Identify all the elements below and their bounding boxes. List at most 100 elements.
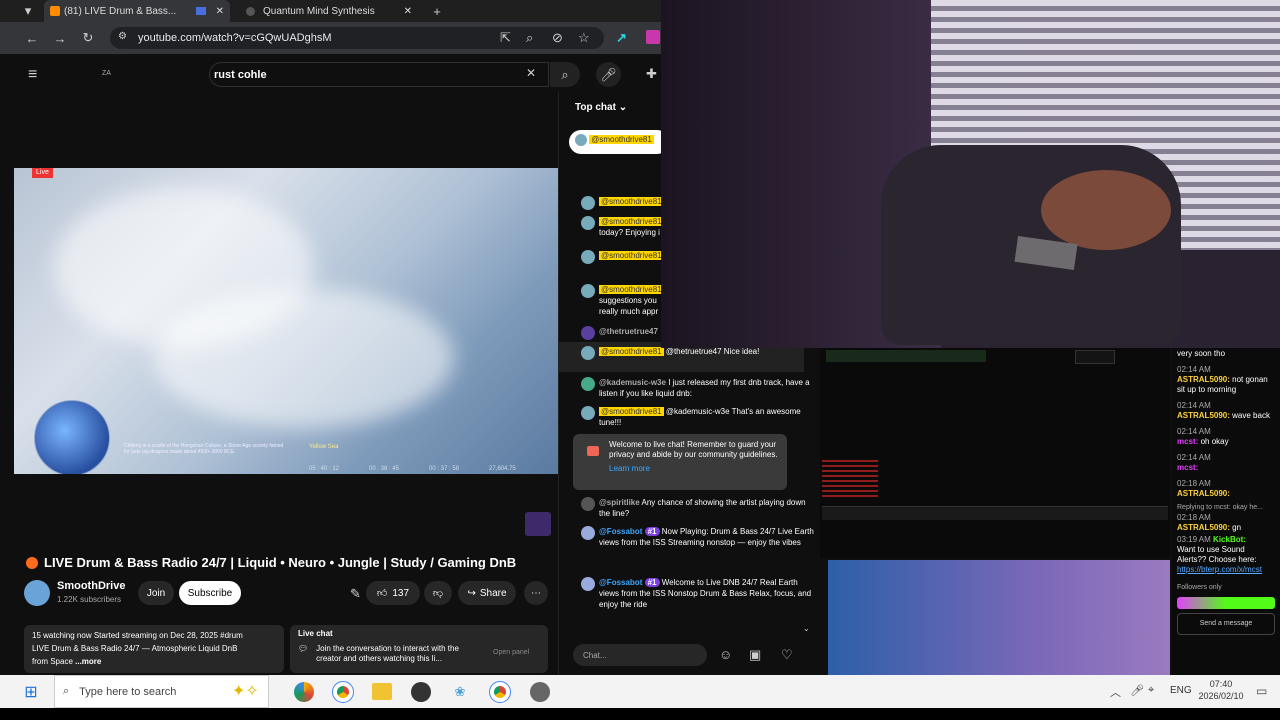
top-chat-dropdown[interactable]: Top chat ⌄ (575, 102, 627, 113)
video-title: LIVE Drum & Bass Radio 24/7 | Liquid • N… (44, 555, 517, 570)
menu-icon[interactable]: ≡ (28, 66, 37, 84)
pinned-message[interactable]: @smoothdrive81 (569, 130, 669, 154)
share-button[interactable]: ↪ Share (458, 581, 516, 605)
app-icon[interactable]: ❀ (450, 682, 470, 702)
back-icon[interactable]: ← (24, 30, 40, 46)
dislike-icon: 👎︎ (432, 588, 444, 599)
subscribe-button[interactable]: Subscribe (179, 581, 241, 605)
avatar (575, 134, 587, 146)
chat-message: @Fossabot #1 Welcome to Live DNB 24/7 Re… (581, 577, 814, 610)
clock[interactable]: 07:40 2026/02/10 (1198, 678, 1244, 702)
open-panel-button[interactable]: Open panel (484, 644, 539, 660)
kick-user[interactable]: mcst: (1177, 463, 1198, 472)
livechat-card: Live chat 💬︎ Join the conversation to in… (290, 625, 548, 673)
tab-search-icon[interactable]: ▾ (20, 3, 36, 19)
create-icon[interactable]: ✚ (646, 66, 657, 82)
join-button[interactable]: Join (138, 581, 174, 605)
kick-user[interactable]: ASTRAL5090: (1177, 489, 1230, 498)
tray-chevron-icon[interactable]: ︿ (1110, 684, 1121, 700)
avatar (581, 196, 595, 210)
channel-watermark[interactable] (525, 512, 551, 536)
start-icon[interactable]: ⊞ (22, 683, 40, 701)
forward-icon[interactable]: → (52, 30, 68, 46)
kick-user[interactable]: ASTRAL5090: (1177, 523, 1230, 532)
channel-name[interactable]: SmoothDrive (57, 580, 125, 592)
bookmark-star-icon[interactable]: ☆ (578, 30, 590, 46)
network-icon[interactable]: ⌖ (1148, 684, 1154, 697)
chat-author: @smoothdrive81 (599, 285, 664, 294)
avatar (581, 497, 595, 511)
search-icon[interactable]: ⌕ (550, 62, 580, 87)
extension-purple-icon[interactable] (646, 30, 660, 44)
more-actions-button[interactable]: ⋯ (524, 581, 548, 605)
clear-search-icon[interactable]: ✕ (526, 66, 536, 80)
kick-user[interactable]: ASTRAL5090: (1177, 375, 1230, 384)
super-chat-icon[interactable]: ▣ (749, 647, 761, 663)
kick-reply: Replying to mcst: okay he... (1177, 504, 1263, 511)
welcome-banner: Welcome to live chat! Remember to guard … (573, 434, 787, 490)
install-icon[interactable]: ⇱ (500, 30, 511, 46)
kick-time: 03:19 AM (1177, 535, 1211, 544)
video-player[interactable]: Live Chifeng is a cradle of the Hongshan… (14, 168, 558, 474)
welcome-text: Welcome to live chat! Remember to guard … (609, 440, 778, 459)
kick-send-label: Send a message (1199, 620, 1253, 627)
kick-send-input[interactable]: Send a message (1177, 613, 1275, 635)
kick-user[interactable]: KickBot: (1213, 535, 1246, 544)
avatar (581, 526, 595, 540)
more-link[interactable]: ...more (75, 657, 101, 666)
description-box[interactable]: 15 watching now Started streaming on Dec… (24, 625, 284, 673)
notification-icon[interactable]: ▭ (1256, 684, 1267, 698)
copilot-icon[interactable] (294, 682, 314, 702)
kick-message: 02:14 AM mcst: (1177, 453, 1275, 473)
file-explorer-icon[interactable] (372, 683, 392, 700)
kick-emote-row[interactable] (1177, 597, 1275, 609)
kick-user[interactable]: ASTRAL5090: (1177, 411, 1230, 420)
dislike-button[interactable]: 👎︎ (424, 581, 452, 605)
search-input[interactable]: rust cohle (209, 62, 549, 87)
site-info-icon[interactable]: ⚙ (118, 31, 127, 42)
zoom-icon[interactable]: ⌕ (526, 30, 533, 46)
heart-icon[interactable]: ♡ (781, 647, 793, 663)
extension-icon[interactable]: ↗ (616, 30, 627, 46)
learn-more-link[interactable]: Learn more (609, 464, 781, 474)
mic-icon[interactable]: 🎤︎ (596, 62, 621, 87)
like-button[interactable]: 👍︎ 137 (366, 581, 420, 605)
reload-icon[interactable]: ↻ (80, 30, 96, 46)
chrome-icon[interactable] (489, 681, 511, 703)
avatar (581, 406, 595, 420)
kick-time: 02:14 AM (1177, 365, 1211, 374)
kick-user[interactable]: mcst: (1177, 437, 1198, 446)
chat-author: @smoothdrive81 (599, 407, 664, 416)
sparkle-icon: ✦✧ (232, 683, 259, 700)
chat-input[interactable]: Chat... (573, 644, 707, 666)
new-tab-icon[interactable]: + (428, 3, 446, 19)
screen-share-icon (195, 7, 206, 15)
tab-favicon-icon (246, 6, 255, 16)
mic-tray-icon[interactable]: 🎤︎ (1130, 684, 1144, 697)
obs-icon[interactable] (411, 682, 431, 702)
livechat-text: Join the conversation to interact with t… (316, 644, 459, 663)
chat-author: @kademusic-w3e (599, 378, 666, 387)
kick-link[interactable]: https://bterp.com/x/mcst (1177, 565, 1275, 575)
game-actionbar (822, 506, 1168, 520)
scroll-down-icon[interactable]: ⌄ (803, 624, 810, 633)
channel-avatar[interactable] (24, 580, 50, 606)
tab-close-icon[interactable]: ✕ (216, 6, 224, 17)
iss-stat: 05 : 40 : 12 (309, 466, 340, 472)
app-icon[interactable] (530, 682, 550, 702)
tab-quantum[interactable]: Quantum Mind Synthesis ✕ (240, 0, 418, 22)
like-icon: 👍︎ (376, 588, 388, 599)
browser-tab-strip: ▾ (81) LIVE Drum & Bass... ✕ Quantum Min… (0, 0, 661, 22)
language-indicator[interactable]: ENG (1170, 685, 1192, 696)
emoji-icon[interactable]: ☺ (719, 647, 732, 662)
chat-text: today? Enjoying i (599, 228, 660, 237)
kick-time: 02:14 AM (1177, 401, 1211, 410)
super-thanks-icon[interactable]: ✎ (350, 586, 361, 602)
tab-youtube[interactable]: (81) LIVE Drum & Bass... ✕ (44, 0, 230, 22)
tab-close-icon[interactable]: ✕ (404, 6, 412, 17)
tracking-icon[interactable]: ⊘ (552, 30, 563, 46)
chrome-icon[interactable] (332, 681, 354, 703)
chat-author: @smoothdrive81 (599, 251, 664, 260)
kick-text: very soon tho (1177, 349, 1226, 358)
rank-badge: #1 (644, 527, 660, 536)
